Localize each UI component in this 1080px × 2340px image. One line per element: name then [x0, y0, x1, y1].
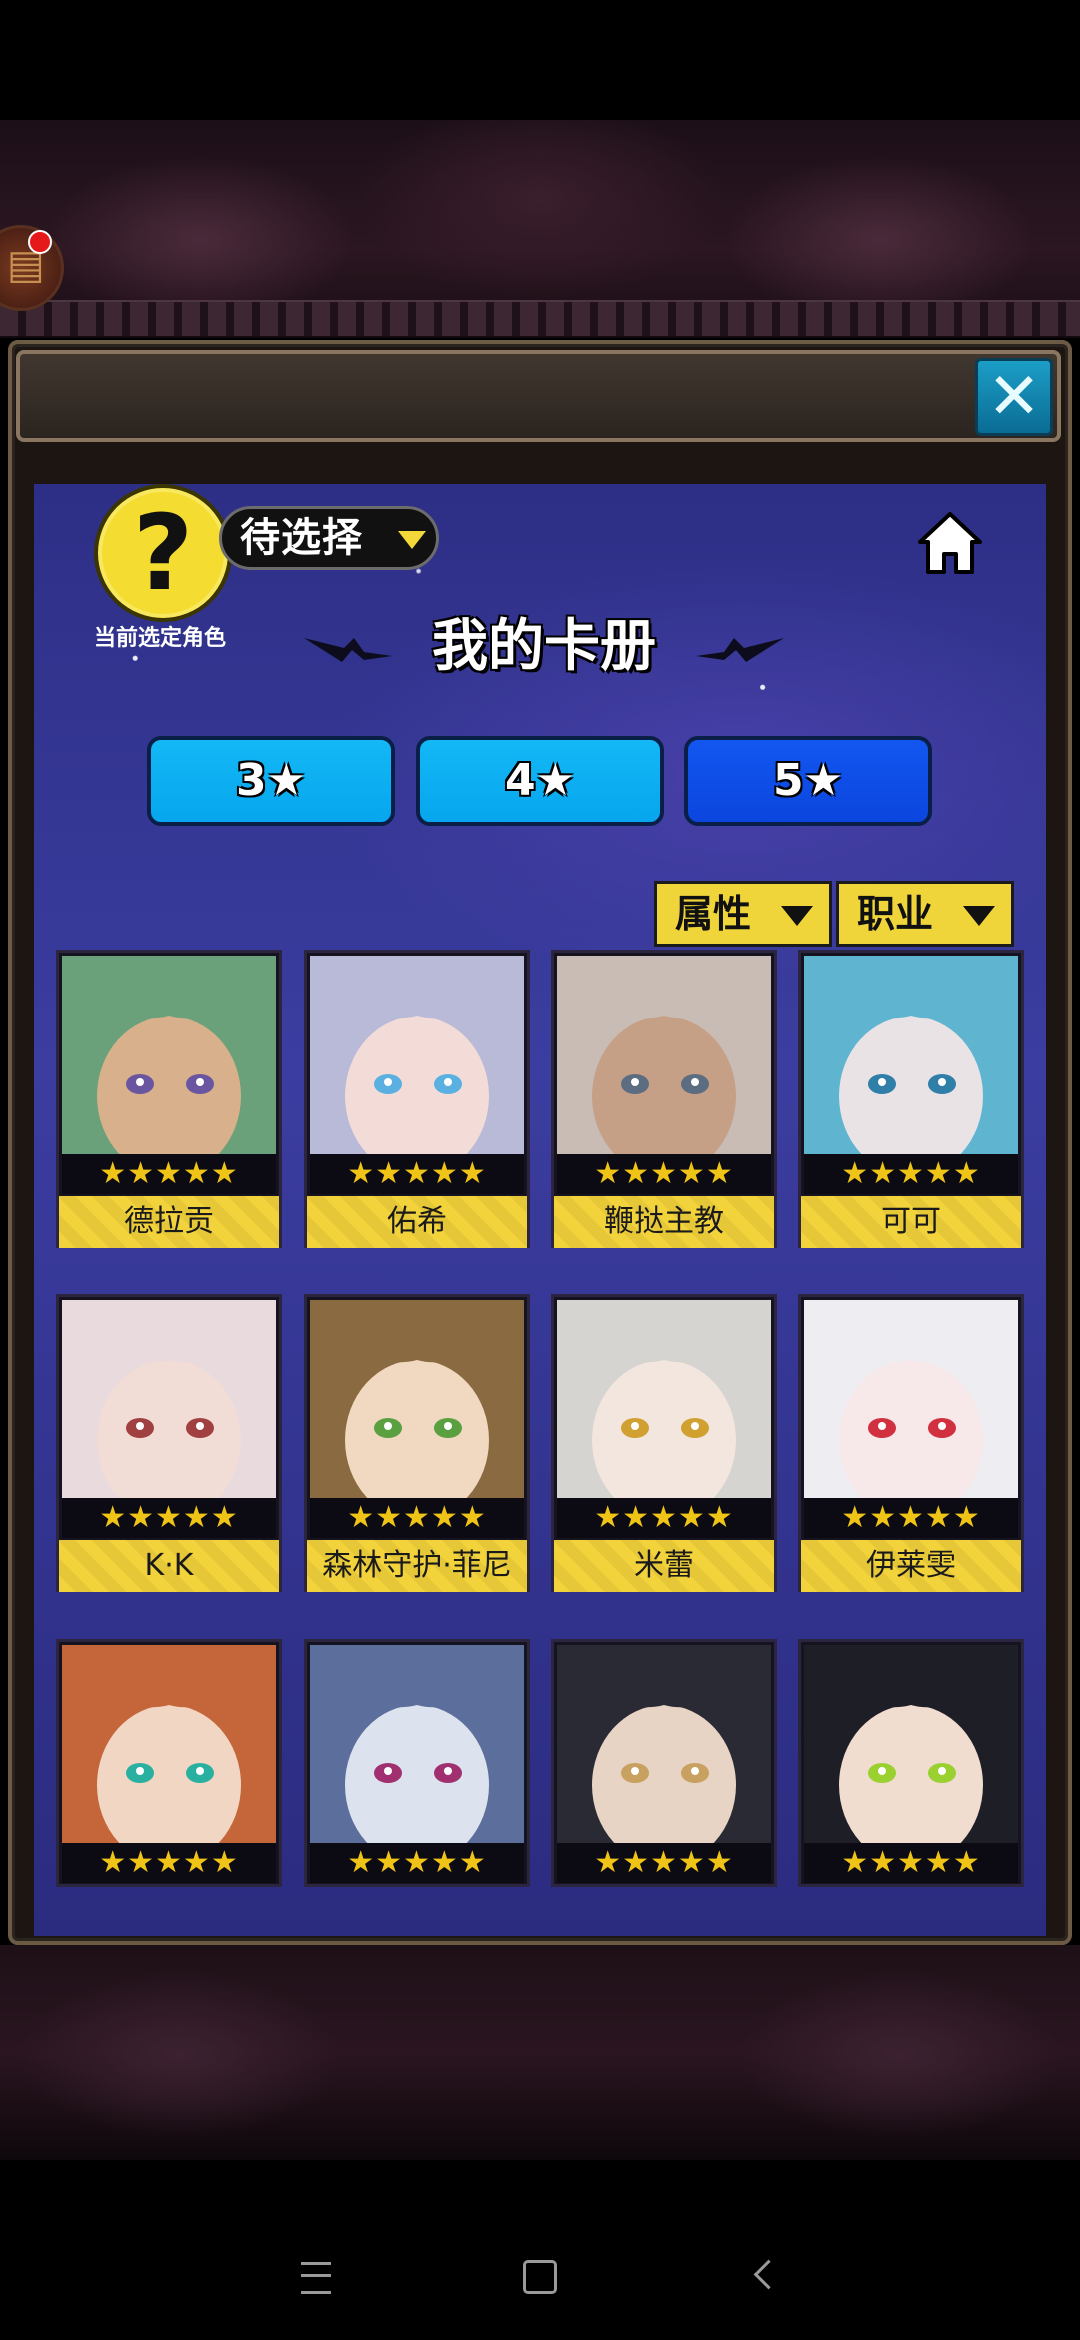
- star-rating: ★★★★★: [62, 1154, 276, 1194]
- character-portrait: [62, 1645, 276, 1843]
- character-name: 可可: [801, 1196, 1021, 1248]
- character-card[interactable]: ★★★★★ 可可: [798, 950, 1024, 1248]
- album-panel: ? 待选择 当前选定角色 我的卡册 3★ 4★ 5★ 属性 职业 ★★★★★ 德…: [34, 484, 1046, 1936]
- question-mark-icon: ?: [132, 492, 194, 614]
- album-title: 我的卡册: [432, 614, 656, 679]
- character-card[interactable]: ★★★★★ K·K: [56, 1294, 282, 1592]
- back-arrow-icon: [753, 2259, 783, 2290]
- square-icon: [523, 2260, 557, 2294]
- filter-label: 属性: [675, 892, 752, 936]
- tab-label: 3★: [235, 755, 307, 806]
- character-card[interactable]: ★★★★★ 佑希: [304, 950, 530, 1248]
- tab-4-star[interactable]: 4★: [416, 736, 664, 826]
- character-select-dropdown[interactable]: 待选择: [219, 506, 439, 570]
- character-name: 伊莱雯: [801, 1540, 1021, 1592]
- character-portrait: [557, 1645, 771, 1843]
- character-portrait: [310, 956, 524, 1154]
- star-rating: ★★★★★: [310, 1498, 524, 1538]
- character-name: 德拉贡: [59, 1196, 279, 1248]
- tab-5-star[interactable]: 5★: [684, 736, 932, 826]
- character-portrait: [310, 1300, 524, 1498]
- character-portrait: [557, 1300, 771, 1498]
- character-portrait: [310, 1645, 524, 1843]
- character-name: 佑希: [307, 1196, 527, 1248]
- bat-wing-right-icon: [696, 638, 784, 662]
- back-button[interactable]: [738, 2252, 798, 2297]
- character-card[interactable]: ★★★★★ 森林守护·菲尼: [304, 1294, 530, 1592]
- ornamental-border: [0, 300, 1080, 338]
- character-card[interactable]: ★★★★★ 米蕾: [551, 1294, 777, 1592]
- caret-down-icon: [398, 531, 426, 549]
- close-x-icon: ✕: [987, 360, 1041, 434]
- star-rating: ★★★★★: [557, 1498, 771, 1538]
- character-card[interactable]: ★★★★★: [56, 1639, 282, 1887]
- game-background-bottom: [0, 1945, 1080, 2160]
- character-portrait: [804, 1300, 1018, 1498]
- star-rating: ★★★★★: [310, 1843, 524, 1883]
- home-button[interactable]: [510, 2252, 570, 2302]
- character-card[interactable]: ★★★★★: [304, 1639, 530, 1887]
- home-icon[interactable]: [914, 508, 986, 580]
- star-rating: ★★★★★: [62, 1843, 276, 1883]
- character-card[interactable]: ★★★★★: [551, 1639, 777, 1887]
- current-role-caption: 当前选定角色: [94, 626, 227, 651]
- character-name: 鞭挞主教: [554, 1196, 774, 1248]
- album-title-group: 我的卡册: [304, 612, 784, 682]
- character-card[interactable]: ★★★★★ 鞭挞主教: [551, 950, 777, 1248]
- character-card[interactable]: ★★★★★ 伊莱雯: [798, 1294, 1024, 1592]
- character-card[interactable]: ★★★★★ 德拉贡: [56, 950, 282, 1248]
- character-portrait: [557, 956, 771, 1154]
- character-card[interactable]: ★★★★★: [798, 1639, 1024, 1887]
- character-name: 森林守护·菲尼: [307, 1540, 527, 1592]
- character-portrait: [804, 1645, 1018, 1843]
- caret-down-icon: [963, 906, 995, 926]
- star-rating: ★★★★★: [62, 1498, 276, 1538]
- star-rating: ★★★★★: [310, 1154, 524, 1194]
- star-rating: ★★★★★: [804, 1154, 1018, 1194]
- attribute-filter-button[interactable]: 属性: [654, 881, 832, 947]
- tab-3-star[interactable]: 3★: [147, 736, 395, 826]
- current-character-slot[interactable]: ?: [94, 484, 232, 622]
- system-nav-bar: [0, 2160, 1080, 2340]
- tab-label: 4★: [504, 755, 576, 806]
- menu-icon: [301, 2262, 331, 2294]
- character-name: 米蕾: [554, 1540, 774, 1592]
- filter-label: 职业: [857, 892, 934, 936]
- tab-label: 5★: [772, 755, 844, 806]
- job-filter-button[interactable]: 职业: [836, 881, 1014, 947]
- recent-apps-button[interactable]: [286, 2252, 346, 2304]
- window-header-bar: [16, 350, 1061, 442]
- character-portrait: [62, 1300, 276, 1498]
- character-portrait: [804, 956, 1018, 1154]
- character-portrait: [62, 956, 276, 1154]
- star-rating: ★★★★★: [557, 1154, 771, 1194]
- star-rating: ★★★★★: [804, 1498, 1018, 1538]
- star-rating: ★★★★★: [804, 1843, 1018, 1883]
- character-name: K·K: [59, 1540, 279, 1592]
- select-label: 待选择: [240, 515, 363, 561]
- notification-dot: [28, 230, 52, 254]
- caret-down-icon: [781, 906, 813, 926]
- close-button[interactable]: ✕: [975, 358, 1053, 436]
- star-rating: ★★★★★: [557, 1843, 771, 1883]
- status-bar: [0, 0, 1080, 120]
